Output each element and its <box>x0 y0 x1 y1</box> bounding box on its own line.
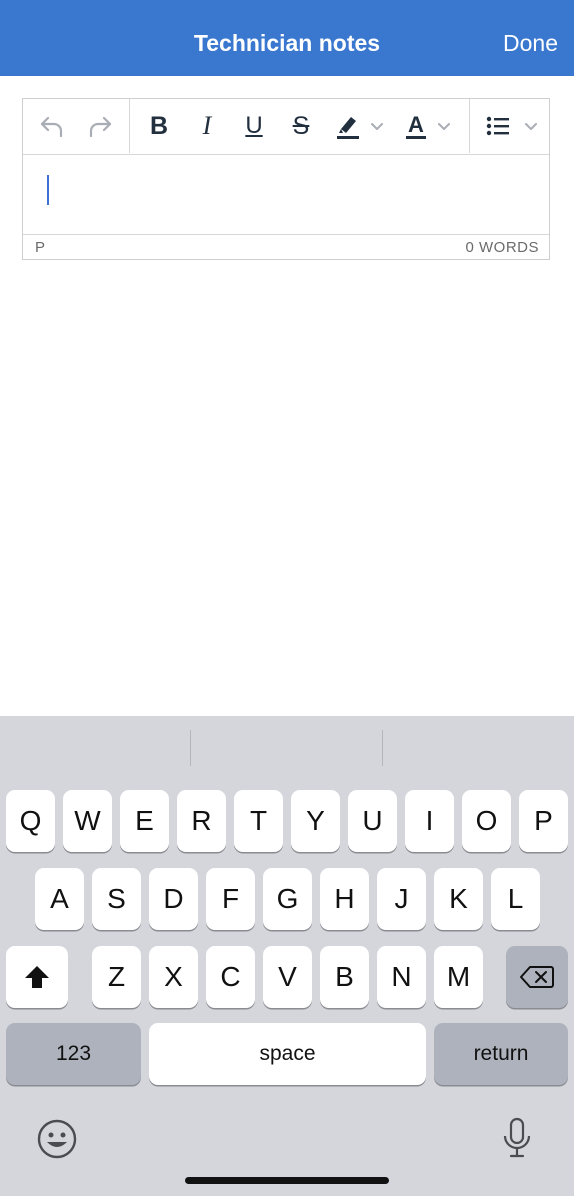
key-o[interactable]: O <box>462 790 511 852</box>
return-key[interactable]: return <box>434 1023 568 1085</box>
key-z[interactable]: Z <box>92 946 141 1008</box>
nav-header: Technician notes Done <box>0 0 574 76</box>
backspace-key[interactable] <box>506 946 568 1008</box>
key-r[interactable]: R <box>177 790 226 852</box>
text-color-icon: A <box>406 111 426 139</box>
key-g[interactable]: G <box>263 868 312 930</box>
undo-button[interactable] <box>35 109 69 143</box>
key-a[interactable]: A <box>35 868 84 930</box>
key-t[interactable]: T <box>234 790 283 852</box>
key-f[interactable]: F <box>206 868 255 930</box>
editor-body[interactable] <box>23 155 549 235</box>
chevron-down-icon <box>437 123 450 130</box>
key-k[interactable]: K <box>434 868 483 930</box>
shift-icon <box>25 966 49 988</box>
key-q[interactable]: Q <box>6 790 55 852</box>
done-button[interactable]: Done <box>503 30 558 57</box>
bullet-list-button[interactable] <box>481 109 543 143</box>
key-x[interactable]: X <box>149 946 198 1008</box>
text-color-button[interactable]: A <box>398 109 460 143</box>
numbers-key[interactable]: 123 <box>6 1023 141 1085</box>
suggestion-divider <box>190 730 191 766</box>
key-u[interactable]: U <box>348 790 397 852</box>
key-n[interactable]: N <box>377 946 426 1008</box>
highlight-color-button[interactable] <box>329 109 389 143</box>
bold-button[interactable]: B <box>141 109 177 143</box>
editor-toolbar: B I U S A <box>23 99 549 155</box>
dictation-button[interactable] <box>500 1116 534 1165</box>
key-p[interactable]: P <box>519 790 568 852</box>
key-d[interactable]: D <box>149 868 198 930</box>
redo-icon <box>89 116 112 138</box>
key-b[interactable]: B <box>320 946 369 1008</box>
emoji-icon <box>37 1119 77 1159</box>
highlighter-icon <box>337 117 359 139</box>
editor-statusbar: P 0 WORDS <box>23 234 549 259</box>
text-caret <box>47 175 49 205</box>
chevron-down-icon <box>371 123 383 130</box>
suggestion-divider <box>382 730 383 766</box>
key-v[interactable]: V <box>263 946 312 1008</box>
underline-button[interactable]: U <box>236 109 272 143</box>
microphone-icon <box>503 1117 531 1158</box>
key-j[interactable]: J <box>377 868 426 930</box>
key-h[interactable]: H <box>320 868 369 930</box>
toolbar-divider <box>469 99 470 153</box>
toolbar-divider <box>129 99 130 153</box>
key-l[interactable]: L <box>491 868 540 930</box>
element-path[interactable]: P <box>35 239 45 256</box>
onscreen-keyboard: Q W E R T Y U I O P A S D F G H J K L Z … <box>0 716 574 1196</box>
shift-key[interactable] <box>6 946 68 1008</box>
key-e[interactable]: E <box>120 790 169 852</box>
page-title: Technician notes <box>193 30 381 56</box>
space-key[interactable]: space <box>149 1023 426 1085</box>
italic-button[interactable]: I <box>189 109 225 143</box>
undo-icon <box>40 116 63 138</box>
key-s[interactable]: S <box>92 868 141 930</box>
key-m[interactable]: M <box>434 946 483 1008</box>
key-y[interactable]: Y <box>291 790 340 852</box>
home-indicator <box>185 1177 389 1184</box>
chevron-down-icon <box>525 123 537 130</box>
key-c[interactable]: C <box>206 946 255 1008</box>
emoji-button[interactable] <box>36 1118 78 1165</box>
redo-button[interactable] <box>83 109 117 143</box>
word-count: 0 WORDS <box>465 239 539 256</box>
rich-text-editor: B I U S A P 0 WORDS <box>22 98 550 260</box>
key-w[interactable]: W <box>63 790 112 852</box>
strikethrough-button[interactable]: S <box>283 109 319 143</box>
key-i[interactable]: I <box>405 790 454 852</box>
backspace-icon <box>520 966 554 988</box>
bullet-list-icon <box>486 116 509 136</box>
